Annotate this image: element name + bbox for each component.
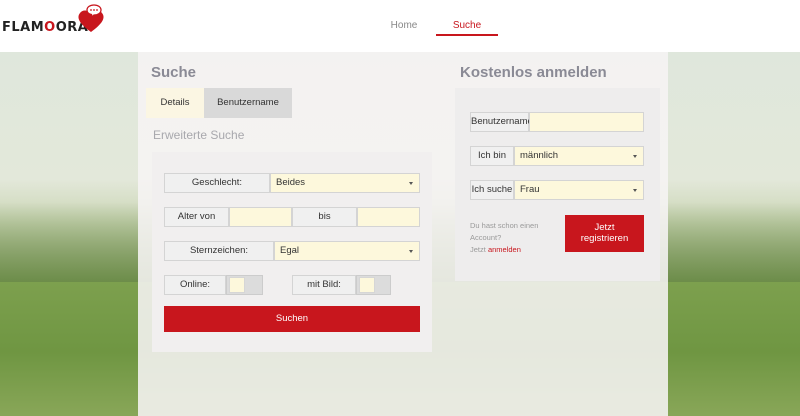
chevron-down-icon: [633, 155, 637, 158]
gender-select[interactable]: Beides: [270, 173, 420, 193]
reg-iam-select[interactable]: männlich: [514, 146, 644, 166]
age-from-input[interactable]: [229, 207, 292, 227]
reg-seek-value: Frau: [520, 184, 540, 195]
reg-iam-value: männlich: [520, 150, 559, 161]
has-account-text: Du hast schon einen Account? Jetzt anmel…: [470, 221, 539, 254]
nav-home[interactable]: Home: [380, 0, 428, 36]
search-submit-button[interactable]: Suchen: [164, 306, 420, 332]
search-title: Suche: [151, 64, 197, 81]
age-to-label: bis: [292, 207, 357, 227]
advanced-search-heading: Erweiterte Suche: [153, 128, 245, 142]
reg-username-input[interactable]: [529, 112, 644, 132]
heart-chat-icon: [78, 4, 104, 32]
reg-iam-label: Ich bin: [470, 146, 514, 166]
online-toggle[interactable]: [226, 275, 263, 295]
header: FLAMOORA Home Suche: [0, 0, 800, 52]
reg-username-label: Benutzername: [470, 112, 533, 132]
with-photo-toggle[interactable]: [356, 275, 391, 295]
online-label: Online:: [164, 275, 226, 295]
main-nav: Home Suche: [380, 0, 498, 36]
gender-select-value: Beides: [276, 177, 306, 188]
chevron-down-icon: [409, 250, 413, 253]
register-title: Kostenlos anmelden: [460, 64, 607, 81]
zodiac-select-value: Egal: [280, 245, 300, 256]
tab-details[interactable]: Details: [146, 88, 204, 118]
zodiac-select[interactable]: Egal: [274, 241, 420, 261]
with-photo-label: mit Bild:: [292, 275, 356, 295]
gender-label: Geschlecht:: [164, 173, 270, 193]
search-tabs: Details Benutzername: [146, 88, 292, 118]
age-to-input[interactable]: [357, 207, 420, 227]
login-link[interactable]: anmelden: [488, 245, 521, 254]
toggle-knob: [229, 277, 245, 293]
reg-seek-select[interactable]: Frau: [514, 180, 644, 200]
chevron-down-icon: [633, 189, 637, 192]
chevron-down-icon: [409, 182, 413, 185]
nav-suche[interactable]: Suche: [436, 0, 498, 36]
tab-username[interactable]: Benutzername: [204, 88, 292, 118]
register-button[interactable]: Jetzt registrieren: [565, 215, 644, 252]
age-from-label: Alter von: [164, 207, 229, 227]
toggle-knob: [359, 277, 375, 293]
zodiac-label: Sternzeichen:: [164, 241, 274, 261]
reg-seek-label: Ich suche: [470, 180, 514, 200]
